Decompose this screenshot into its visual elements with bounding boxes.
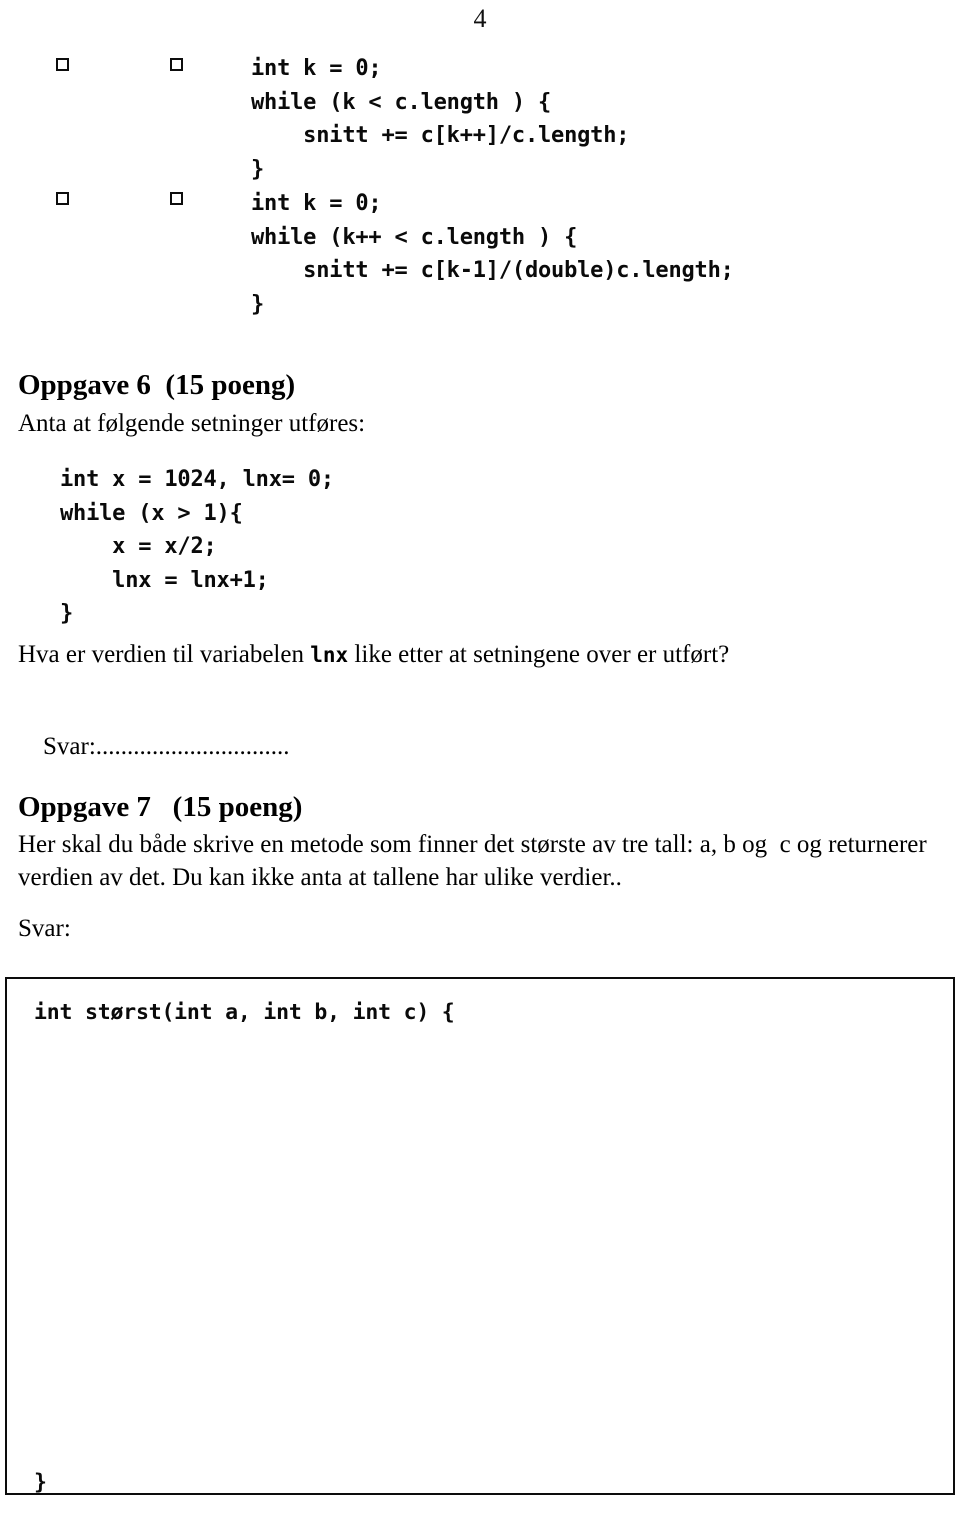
- oppgave6-answer-line[interactable]: Svar:...............................: [18, 697, 290, 796]
- oppgave6-heading: Oppgave 6 (15 poeng): [18, 369, 296, 401]
- oppgave6-question: Hva er verdien til variabelen lnx like e…: [18, 638, 938, 672]
- oppgave7-answer-box[interactable]: int størst(int a, int b, int c) { }: [5, 977, 955, 1495]
- oppgave7-heading: Oppgave 7 (15 poeng): [18, 791, 303, 823]
- oppgave6-question-suffix: like etter at setningene over er utført?: [348, 641, 730, 668]
- code-block-oppgave6: int x = 1024, lnx= 0; while (x > 1){ x =…: [60, 467, 334, 626]
- oppgave6-question-variable: lnx: [310, 643, 349, 667]
- oppgave6-answer-label: Svar:: [43, 733, 96, 760]
- checkbox-alternative-c-right[interactable]: [170, 58, 183, 71]
- checkbox-alternative-d-left[interactable]: [56, 192, 69, 205]
- checkbox-alternative-d-right[interactable]: [170, 192, 183, 205]
- code-block-alternative-c: int k = 0; while (k < c.length ) { snitt…: [251, 56, 630, 182]
- answer-box-method-signature: int størst(int a, int b, int c) {: [34, 1000, 455, 1025]
- answer-box-closing-brace: }: [34, 1470, 47, 1495]
- code-block-alternative-d: int k = 0; while (k++ < c.length ) { sni…: [251, 191, 734, 317]
- exam-page: 4 int k = 0; while (k < c.length ) { sni…: [0, 0, 960, 1514]
- oppgave7-answer-label: Svar:: [18, 915, 71, 942]
- oppgave6-intro: Anta at følgende setninger utføres:: [18, 410, 366, 437]
- oppgave6-question-prefix: Hva er verdien til variabelen: [18, 641, 311, 668]
- oppgave6-answer-dots: ...............................: [95, 733, 290, 760]
- checkbox-alternative-c-left[interactable]: [56, 58, 69, 71]
- oppgave7-body-line-2: verdien av det. Du kan ikke anta at tall…: [18, 864, 622, 891]
- page-number: 4: [473, 4, 487, 33]
- oppgave7-body-line-1: Her skal du både skrive en metode som fi…: [18, 831, 927, 858]
